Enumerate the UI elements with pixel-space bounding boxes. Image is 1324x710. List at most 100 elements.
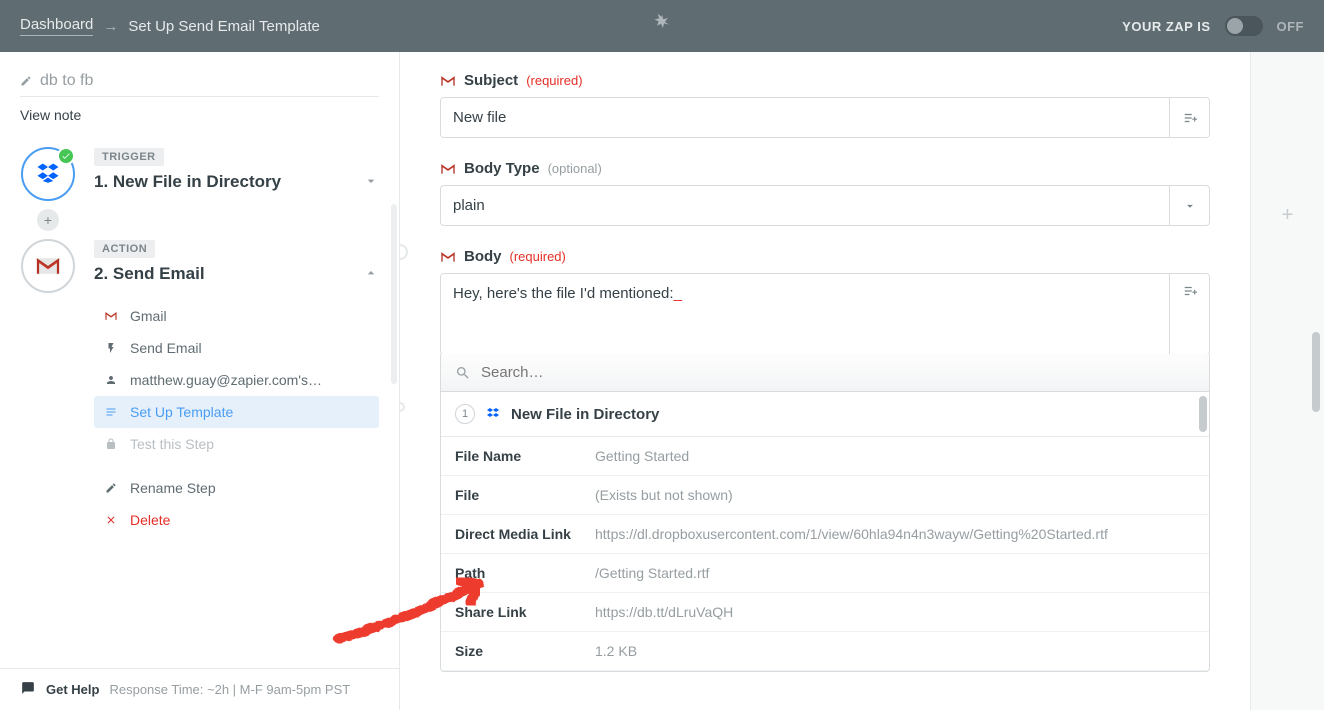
- dropbox-icon: [485, 406, 501, 422]
- substep-label: Send Email: [130, 340, 202, 356]
- action-step-icon[interactable]: [21, 239, 75, 293]
- add-button[interactable]: +: [1277, 204, 1299, 226]
- person-icon: [104, 373, 118, 387]
- dropdown-option[interactable]: Direct Media Link https://dl.dropboxuserc…: [441, 515, 1209, 554]
- template-icon: [104, 406, 118, 418]
- trigger-step-icon[interactable]: [21, 147, 75, 201]
- substep-label: Gmail: [130, 308, 167, 324]
- substep-rename[interactable]: Rename Step: [94, 472, 379, 504]
- optional-label: (optional): [548, 161, 602, 176]
- sidebar-footer: Get Help Response Time: ~2h | M-F 9am-5p…: [0, 668, 399, 710]
- option-key: Share Link: [455, 604, 585, 620]
- bolt-icon: [104, 341, 118, 355]
- option-value: (Exists but not shown): [595, 487, 1195, 503]
- action-badge: ACTION: [94, 240, 155, 258]
- view-note-link[interactable]: View note: [20, 107, 379, 123]
- substep-gmail[interactable]: Gmail: [94, 300, 379, 332]
- action-step-header[interactable]: 2. Send Email: [94, 264, 379, 284]
- main-panel: Subject (required) Body Type (optional) …: [400, 52, 1250, 710]
- option-value: 1.2 KB: [595, 643, 1195, 659]
- substep-setup-template[interactable]: Set Up Template: [94, 396, 379, 428]
- insert-field-button[interactable]: [1169, 274, 1209, 354]
- zapier-logo-icon: [652, 13, 672, 39]
- chevron-up-icon: [363, 265, 379, 284]
- dropdown-option[interactable]: Size 1.2 KB: [441, 632, 1209, 671]
- check-badge-icon: [57, 147, 75, 165]
- body-type-label: Body Type: [464, 160, 540, 177]
- dropdown-search-input[interactable]: [481, 364, 1195, 381]
- trigger-badge: TRIGGER: [94, 148, 164, 166]
- required-label: (required): [510, 249, 566, 264]
- option-value: https://dl.dropboxusercontent.com/1/view…: [595, 526, 1195, 542]
- dropdown-option[interactable]: Path/Getting Started.rtf: [441, 554, 1209, 593]
- option-key: Direct Media Link: [455, 526, 585, 542]
- substep-label: matthew.guay@zapier.com's…: [130, 372, 322, 388]
- body-type-select[interactable]: plain: [440, 185, 1210, 226]
- dropdown-source-header[interactable]: 1 New File in Directory: [441, 392, 1209, 437]
- search-icon: [455, 365, 471, 381]
- dropdown-scrollbar[interactable]: [1199, 396, 1207, 669]
- field-dropdown: 1 New File in Directory File NameGetting…: [440, 354, 1210, 672]
- right-gutter: +: [1250, 52, 1324, 710]
- action-title: 2. Send Email: [94, 264, 205, 284]
- sidebar: db to fb View note + TRIGG: [0, 52, 400, 710]
- required-label: (required): [526, 73, 582, 88]
- dropdown-option[interactable]: Share Link https://db.tt/dLruVaQH: [441, 593, 1209, 632]
- pencil-icon: [104, 482, 118, 494]
- trigger-title: 1. New File in Directory: [94, 172, 281, 192]
- source-number: 1: [455, 404, 475, 424]
- substep-account[interactable]: matthew.guay@zapier.com's…: [94, 364, 379, 396]
- substep-delete[interactable]: Delete: [94, 504, 379, 536]
- connector-dot: [400, 402, 405, 412]
- header-bar: Dashboard → Set Up Send Email Template Y…: [0, 0, 1324, 52]
- subject-input[interactable]: [441, 98, 1169, 137]
- response-time: Response Time: ~2h | M-F 9am-5pm PST: [109, 682, 350, 697]
- gmail-icon: [440, 161, 456, 177]
- pencil-icon: [20, 75, 32, 87]
- dropdown-option[interactable]: File NameGetting Started: [441, 437, 1209, 476]
- substep-send-email[interactable]: Send Email: [94, 332, 379, 364]
- substep-test: Test this Step: [94, 428, 379, 460]
- page-scrollbar[interactable]: [1312, 332, 1320, 412]
- option-value: https://db.tt/dLruVaQH: [595, 604, 1195, 620]
- chevron-down-icon: [363, 173, 379, 192]
- chevron-down-icon: [1169, 186, 1209, 225]
- cursor-mark: _: [674, 285, 682, 302]
- add-step-button[interactable]: +: [37, 209, 59, 231]
- zap-name-row[interactable]: db to fb: [20, 72, 379, 97]
- zap-toggle[interactable]: [1225, 16, 1263, 36]
- option-value: /Getting Started.rtf: [595, 565, 1195, 581]
- your-zap-label: YOUR ZAP IS: [1122, 19, 1210, 34]
- gmail-icon: [34, 256, 62, 276]
- gmail-icon: [440, 249, 456, 265]
- option-value: Getting Started: [595, 448, 1195, 464]
- gmail-icon: [440, 73, 456, 89]
- chat-icon: [20, 681, 36, 698]
- source-title: New File in Directory: [511, 406, 659, 423]
- dropdown-option[interactable]: File(Exists but not shown): [441, 476, 1209, 515]
- insert-field-button[interactable]: [1169, 98, 1209, 137]
- sidebar-scrollbar[interactable]: [391, 204, 397, 384]
- substep-label: Rename Step: [130, 480, 216, 496]
- get-help-link[interactable]: Get Help: [46, 682, 99, 697]
- body-text: Hey, here's the file I'd mentioned:: [453, 285, 674, 302]
- list-plus-icon: [1181, 284, 1199, 298]
- zap-name: db to fb: [40, 72, 93, 90]
- body-textarea[interactable]: Hey, here's the file I'd mentioned:_: [441, 274, 1169, 354]
- arrow-icon: →: [103, 18, 118, 35]
- breadcrumb: Dashboard → Set Up Send Email Template: [20, 16, 320, 36]
- body-type-value: plain: [441, 186, 1169, 225]
- connector-dot: [400, 244, 408, 260]
- substep-label: Set Up Template: [130, 404, 233, 420]
- dropbox-icon: [34, 160, 62, 188]
- dashboard-link[interactable]: Dashboard: [20, 16, 93, 36]
- option-key: Path: [455, 565, 585, 581]
- substep-label: Delete: [130, 512, 170, 528]
- subject-label: Subject: [464, 72, 518, 89]
- x-icon: [104, 514, 118, 526]
- option-key: Size: [455, 643, 585, 659]
- trigger-step-header[interactable]: 1. New File in Directory: [94, 172, 379, 192]
- body-label: Body: [464, 248, 502, 265]
- page-title: Set Up Send Email Template: [128, 18, 320, 35]
- toggle-off-label: OFF: [1277, 19, 1305, 34]
